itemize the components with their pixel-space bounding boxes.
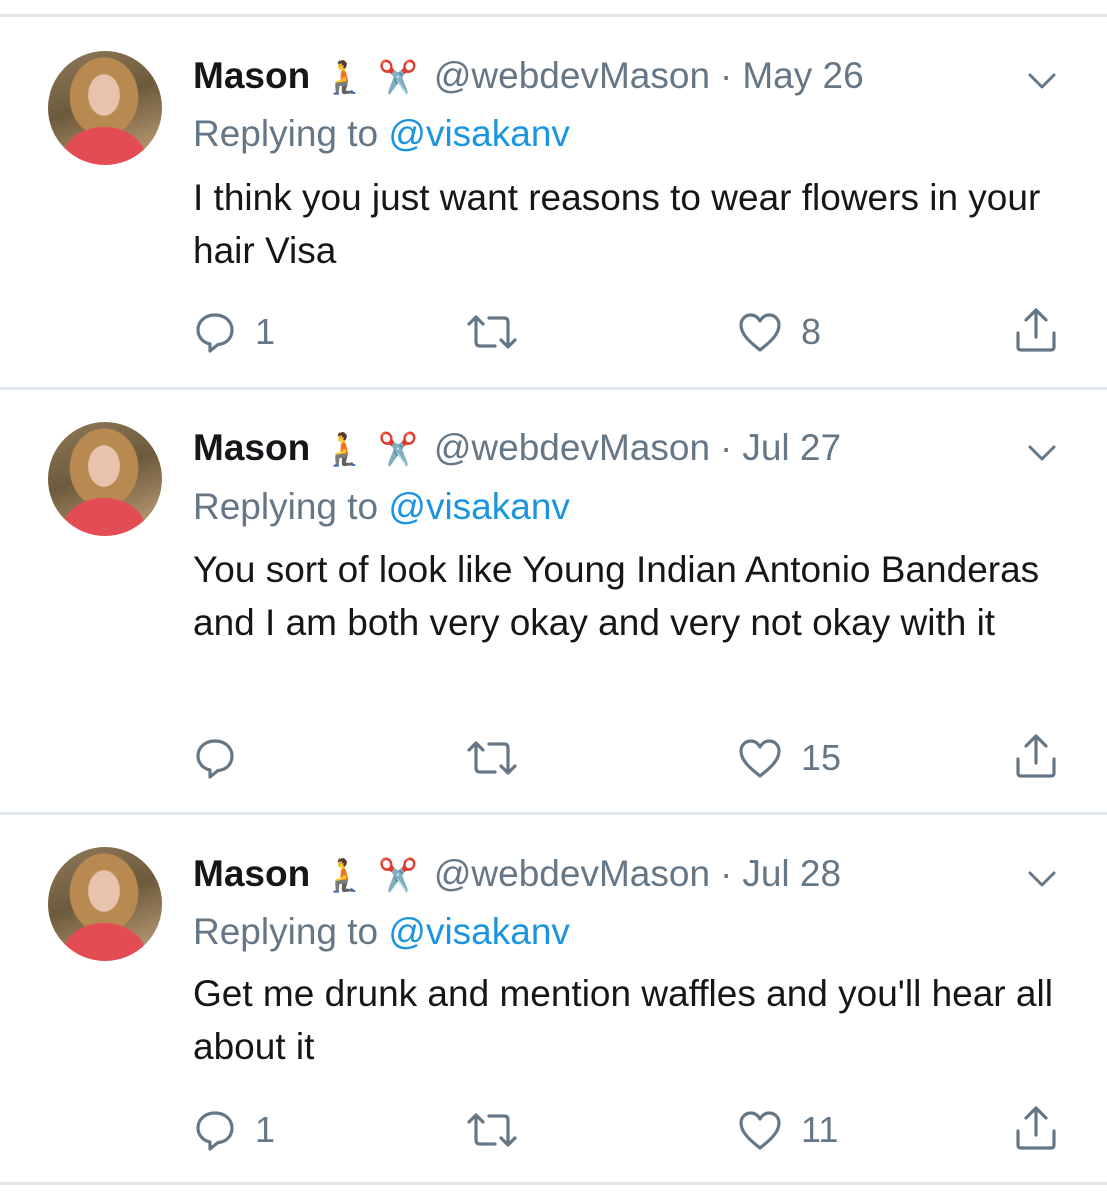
scissors-emoji: ✂️ <box>378 59 418 95</box>
reply-icon <box>196 1111 234 1151</box>
replying-prefix: Replying to <box>193 911 379 952</box>
author-name[interactable]: Mason <box>193 853 310 894</box>
chevron-down-icon[interactable] <box>1022 61 1062 101</box>
reply-button[interactable]: 1 <box>193 309 275 355</box>
reply-count: 1 <box>255 1109 276 1150</box>
share-button[interactable] <box>1012 733 1060 779</box>
heart-icon <box>739 1111 781 1150</box>
replying-prefix: Replying to <box>193 486 379 527</box>
reply-icon <box>196 313 234 353</box>
author-handle[interactable]: @webdevMason <box>434 853 710 894</box>
retweet-button[interactable] <box>465 1107 537 1153</box>
reply-button[interactable] <box>193 735 255 781</box>
tweet[interactable]: Mason 🧎 ✂️ @webdevMason · May 26 Replying to … <box>0 17 1107 390</box>
author-handle[interactable]: @webdevMason <box>434 55 710 96</box>
share-icon <box>1016 1106 1056 1150</box>
reply-button[interactable]: 1 <box>193 1107 275 1153</box>
tweet-text: You sort of look like Young Indian Anton… <box>193 549 1040 643</box>
person-kneeling-emoji: 🧎 <box>324 857 365 893</box>
like-button[interactable]: 8 <box>737 309 821 355</box>
tweet-date[interactable]: May 26 <box>742 55 863 96</box>
share-button[interactable] <box>1012 1105 1060 1151</box>
like-count: 11 <box>801 1109 839 1150</box>
tweet-text: I think you just want reasons to wear fl… <box>193 177 1041 271</box>
heart-icon <box>739 313 781 352</box>
tweet-header: Mason 🧎 ✂️ @webdevMason · Jul 28 <box>193 849 841 899</box>
author-name[interactable]: Mason <box>193 55 310 96</box>
replying-to-link[interactable]: @visakanv <box>388 113 570 154</box>
separator-dot: · <box>720 853 733 894</box>
chevron-down-icon[interactable] <box>1022 433 1062 473</box>
retweet-button[interactable] <box>465 309 537 355</box>
heart-icon <box>739 739 781 778</box>
tweet-date[interactable]: Jul 28 <box>742 853 841 894</box>
replying-to-link[interactable]: @visakanv <box>388 486 570 527</box>
tweet[interactable]: Mason 🧎 ✂️ @webdevMason · Jul 27 Replying to … <box>0 390 1107 815</box>
replying-prefix: Replying to <box>193 113 379 154</box>
author-handle[interactable]: @webdevMason <box>434 427 710 468</box>
tweet-date[interactable]: Jul 27 <box>742 427 841 468</box>
tweet-text: Get me drunk and mention waffles and you… <box>193 973 1053 1067</box>
scissors-emoji: ✂️ <box>378 431 418 467</box>
share-button[interactable] <box>1012 307 1060 353</box>
like-button[interactable]: 11 <box>737 1107 838 1153</box>
author-name[interactable]: Mason <box>193 427 310 468</box>
replying-to: Replying to @visakanv <box>193 484 570 530</box>
avatar[interactable] <box>48 422 162 536</box>
like-count: 15 <box>801 737 842 778</box>
tweet-header: Mason 🧎 ✂️ @webdevMason · May 26 <box>193 51 864 101</box>
like-count: 8 <box>801 311 822 352</box>
retweet-icon <box>467 1113 517 1147</box>
separator-dot: · <box>720 427 733 468</box>
replying-to-link[interactable]: @visakanv <box>388 911 570 952</box>
person-kneeling-emoji: 🧎 <box>324 431 365 467</box>
share-icon <box>1016 308 1056 352</box>
avatar[interactable] <box>48 51 162 165</box>
timeline: Mason 🧎 ✂️ @webdevMason · May 26 Replying to … <box>0 0 1107 1200</box>
retweet-icon <box>467 315 517 349</box>
person-kneeling-emoji: 🧎 <box>324 59 365 95</box>
tweet[interactable]: Mason 🧎 ✂️ @webdevMason · Jul 28 Replying to … <box>0 815 1107 1185</box>
like-button[interactable]: 15 <box>737 735 841 781</box>
separator-dot: · <box>720 55 733 96</box>
avatar[interactable] <box>48 847 162 961</box>
replying-to: Replying to @visakanv <box>193 909 570 955</box>
replying-to: Replying to @visakanv <box>193 111 570 157</box>
retweet-button[interactable] <box>465 735 537 781</box>
scissors-emoji: ✂️ <box>378 857 418 893</box>
reply-icon <box>196 739 234 779</box>
retweet-icon <box>467 741 517 775</box>
tweet-header: Mason 🧎 ✂️ @webdevMason · Jul 27 <box>193 423 841 473</box>
share-icon <box>1016 734 1056 778</box>
chevron-down-icon[interactable] <box>1022 859 1062 899</box>
reply-count: 1 <box>255 311 276 352</box>
